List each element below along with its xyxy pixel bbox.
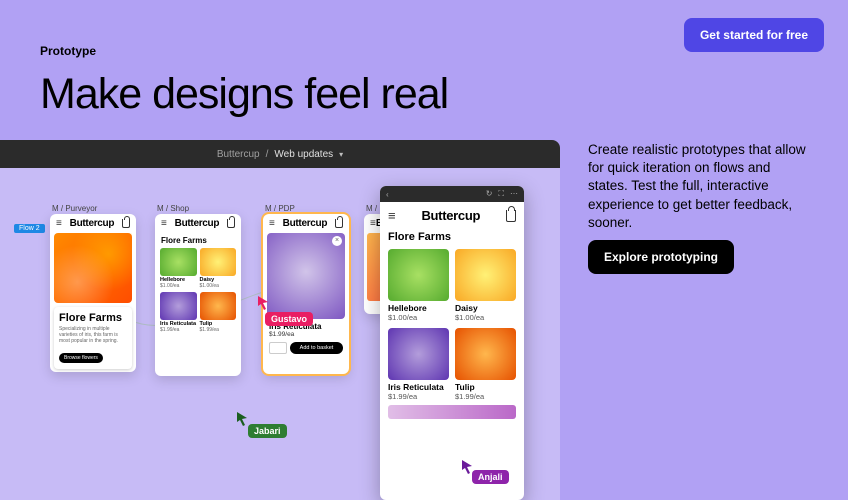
frame-label-purveyor[interactable]: M / Purveyor: [52, 204, 97, 213]
section-description: Create realistic prototypes that allow f…: [588, 141, 808, 232]
product-image: [200, 248, 237, 276]
product-cell[interactable]: Tulip$1.99/ea: [200, 292, 237, 333]
product-name: Hellebore: [388, 303, 449, 313]
mock-frame-shop[interactable]: ≡ Buttercup Flore Farms Hellebore$1.00/e…: [155, 214, 241, 376]
quantity-stepper[interactable]: [269, 342, 287, 354]
shopping-bag-icon[interactable]: [506, 210, 516, 222]
collaborator-cursor-gustavo: Gustavo: [265, 312, 313, 326]
card-copy: Specializing in multiple varieties of ir…: [59, 326, 127, 344]
chevron-down-icon[interactable]: ▾: [339, 150, 343, 159]
get-started-button[interactable]: Get started for free: [684, 18, 824, 52]
collaborator-cursor-jabari: Jabari: [248, 424, 287, 438]
brand-logo: Buttercup: [70, 218, 115, 229]
product-price: $1.99/ea: [160, 327, 197, 333]
prototype-preview-window: ‹ ↻ ⛶ ⋯ ≡ Buttercup Flore Farms Hellebor…: [380, 186, 524, 500]
add-to-basket-button[interactable]: Add to basket: [290, 342, 343, 354]
product-image: [455, 328, 516, 380]
brand-logo: Buttercup: [175, 218, 220, 229]
breadcrumb-page[interactable]: Web updates: [274, 149, 333, 160]
mock-frame-purveyor[interactable]: ≡ Buttercup Flore Farms Specializing in …: [50, 214, 136, 372]
shopping-bag-icon[interactable]: [122, 219, 130, 228]
product-price: $1.00/ea: [455, 313, 516, 322]
product-cell[interactable]: Hellebore$1.00/ea: [160, 248, 197, 289]
product-image: [160, 248, 197, 276]
brand-logo: Buttercup: [283, 218, 328, 229]
product-cell[interactable]: Daisy$1.00/ea: [455, 249, 516, 322]
product-price: $1.99/ea: [200, 327, 237, 333]
product-price: $1.00/ea: [160, 283, 197, 289]
product-cell[interactable]: Daisy$1.00/ea: [200, 248, 237, 289]
close-icon[interactable]: ×: [332, 236, 342, 246]
hamburger-icon[interactable]: ≡: [388, 208, 396, 223]
product-hero-image: ×: [267, 233, 345, 319]
shopping-bag-icon[interactable]: [227, 219, 235, 228]
product-cell[interactable]: Tulip$1.99/ea: [455, 328, 516, 401]
collaborator-cursor-anjali: Anjali: [472, 470, 509, 484]
product-name: Daisy: [455, 303, 516, 313]
flow-badge[interactable]: Flow 2: [14, 224, 45, 233]
breadcrumb-separator: /: [266, 149, 269, 160]
hamburger-icon[interactable]: ≡: [56, 218, 62, 229]
browse-flowers-button[interactable]: Browse flowers: [59, 353, 103, 363]
explore-prototyping-button[interactable]: Explore prototyping: [588, 240, 734, 274]
frame-label-pdp[interactable]: M / PDP: [265, 204, 295, 213]
hero-image: [54, 233, 132, 303]
back-icon[interactable]: ‹: [386, 190, 389, 199]
purveyor-card: Flore Farms Specializing in multiple var…: [54, 307, 132, 369]
product-cell[interactable]: Hellebore$1.00/ea: [388, 249, 449, 322]
canvas-toolbar: Buttercup / Web updates ▾: [0, 140, 560, 168]
product-cell[interactable]: Iris Reticulata$1.99/ea: [160, 292, 197, 333]
product-price: $1.99/ea: [263, 331, 349, 338]
preview-toolbar: ‹ ↻ ⛶ ⋯: [380, 186, 524, 202]
brand-logo: Buttercup: [421, 208, 480, 223]
product-name: Tulip: [455, 382, 516, 392]
section-eyebrow: Prototype: [40, 44, 96, 58]
product-image: [160, 292, 197, 320]
product-cell[interactable]: Iris Reticulata$1.99/ea: [388, 328, 449, 401]
more-icon[interactable]: ⋯: [510, 189, 518, 199]
product-price: $1.99/ea: [388, 392, 449, 401]
product-image: [200, 292, 237, 320]
restart-icon[interactable]: ↻: [486, 189, 493, 199]
product-price: $1.99/ea: [455, 392, 516, 401]
frame-label-cutoff[interactable]: M /: [366, 204, 377, 213]
product-image: [455, 249, 516, 301]
shop-title: Flore Farms: [155, 233, 241, 248]
breadcrumb-root[interactable]: Buttercup: [217, 149, 260, 160]
hamburger-icon[interactable]: ≡: [269, 218, 275, 229]
product-strip: [388, 405, 516, 419]
product-price: $1.00/ea: [388, 313, 449, 322]
mock-frame-pdp[interactable]: ≡ Buttercup × Iris Reticulata $1.99/ea A…: [263, 214, 349, 374]
expand-icon[interactable]: ⛶: [498, 189, 504, 199]
hamburger-icon[interactable]: ≡: [161, 218, 167, 229]
product-name: Iris Reticulata: [388, 382, 449, 392]
product-image: [388, 249, 449, 301]
shopping-bag-icon[interactable]: [335, 219, 343, 228]
frame-label-shop[interactable]: M / Shop: [157, 204, 189, 213]
product-image: [388, 328, 449, 380]
product-price: $1.00/ea: [200, 283, 237, 289]
preview-title: Flore Farms: [380, 229, 524, 249]
card-title: Flore Farms: [59, 312, 127, 324]
page-headline: Make designs feel real: [40, 70, 448, 119]
